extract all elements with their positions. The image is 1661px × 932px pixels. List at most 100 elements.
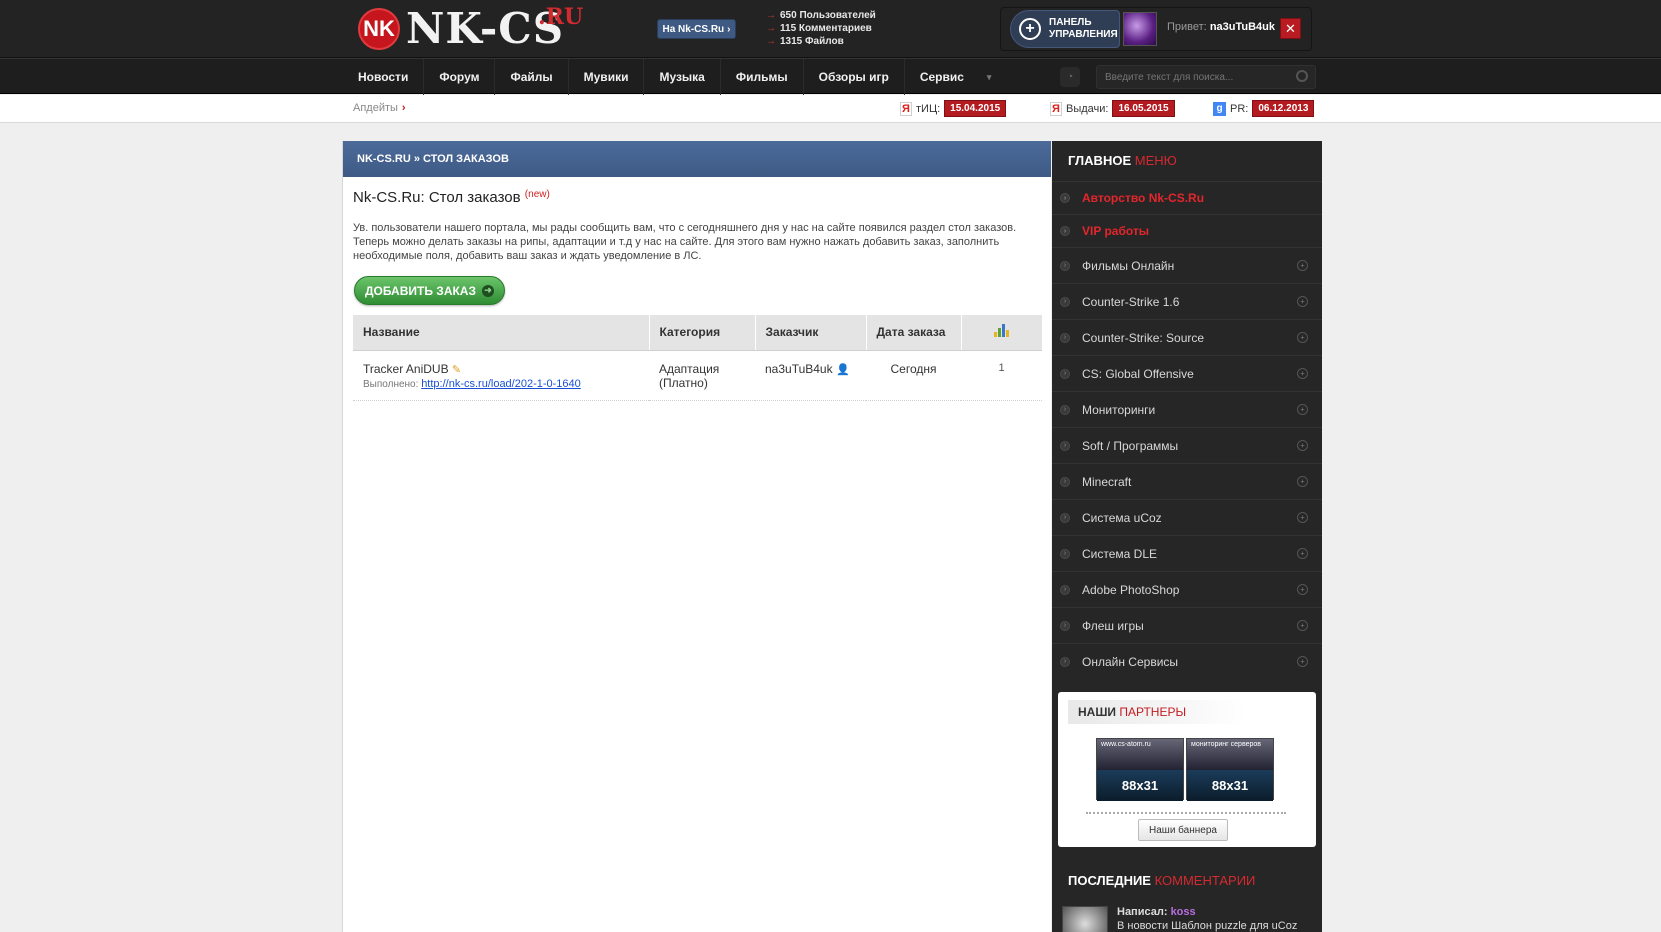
sidebar-item-flash-games[interactable]: › Флеш игры + bbox=[1052, 607, 1322, 643]
breadcrumb[interactable]: NK-CS.RU » СТОЛ ЗАКАЗОВ bbox=[343, 141, 1051, 177]
column-header-date[interactable]: Дата заказа bbox=[866, 315, 962, 351]
expand-icon: + bbox=[1297, 512, 1308, 523]
username: na3uTuB4uk bbox=[1209, 21, 1276, 33]
bar-chart-icon bbox=[994, 324, 1010, 338]
expand-icon: + bbox=[1297, 584, 1308, 595]
greeting: Привет: na3uTuB4uk bbox=[1167, 21, 1276, 33]
arrow-icon: → bbox=[766, 23, 776, 34]
expand-icon: + bbox=[1297, 548, 1308, 559]
close-icon[interactable]: ✕ bbox=[1280, 18, 1301, 39]
main-menu-title: ГЛАВНОЕ МЕНЮ bbox=[1068, 153, 1177, 168]
partner-banner[interactable]: мониторинг серверов 88x31 bbox=[1186, 738, 1274, 801]
partner-banner[interactable]: www.cs-atom.ru 88x31 bbox=[1096, 738, 1184, 801]
logo-suffix: .RU bbox=[538, 4, 584, 30]
add-order-button[interactable]: ДОБАВИТЬ ЗАКАЗ ➜ bbox=[354, 276, 505, 305]
bullet-icon: › bbox=[1060, 332, 1070, 343]
control-panel-button[interactable]: + ПАНЕЛЬ УПРАВЛЕНИЯ bbox=[1010, 10, 1120, 48]
nav-item-music[interactable]: Музыка bbox=[644, 59, 721, 95]
stat-comments: → 115 Комментариев bbox=[766, 23, 872, 34]
nav-item-service[interactable]: Сервис bbox=[905, 59, 979, 95]
sidebar-item-csgo[interactable]: › CS: Global Offensive + bbox=[1052, 355, 1322, 391]
sidebar-item-online-services[interactable]: › Онлайн Сервисы + bbox=[1052, 643, 1322, 679]
order-name[interactable]: Tracker AniDUB bbox=[363, 362, 449, 376]
expand-icon: + bbox=[1297, 332, 1308, 343]
sidebar-item-authorship[interactable]: › Авторство Nk-CS.Ru bbox=[1052, 181, 1322, 214]
bullet-icon: › bbox=[1060, 440, 1070, 451]
metric-tic: Я тИЦ: 15.04.2015 bbox=[900, 100, 1007, 117]
our-banners-button[interactable]: Наши баннера bbox=[1138, 819, 1228, 841]
sidebar-item-monitoring[interactable]: › Мониторинги + bbox=[1052, 391, 1322, 427]
nav-item-films[interactable]: Фильмы bbox=[721, 59, 804, 95]
column-header-category[interactable]: Категория bbox=[649, 315, 756, 351]
order-count: 1 bbox=[961, 350, 1042, 401]
column-header-customer[interactable]: Заказчик bbox=[755, 315, 867, 351]
user-icon[interactable]: 👤 bbox=[836, 364, 850, 376]
sidebar-item-ucoz[interactable]: › Система uCoz + bbox=[1052, 499, 1322, 535]
metric-date: 16.05.2015 bbox=[1112, 100, 1175, 117]
column-header-name[interactable]: Название bbox=[353, 315, 650, 351]
stat-files: → 1315 Файлов bbox=[766, 36, 844, 47]
page-title: Nk-CS.Ru: Стол заказов (new) bbox=[353, 189, 550, 206]
bullet-icon: › bbox=[1060, 404, 1070, 415]
intro-text: Ув. пользователи нашего портала, мы рады… bbox=[353, 222, 1017, 262]
pencil-icon[interactable]: ✎ bbox=[452, 364, 461, 376]
sidebar-item-cs16[interactable]: › Counter-Strike 1.6 + bbox=[1052, 283, 1322, 319]
bullet-icon: › bbox=[1060, 656, 1070, 667]
arrow-icon: → bbox=[766, 10, 776, 21]
nav-item-forum[interactable]: Форум bbox=[424, 59, 496, 95]
expand-icon: + bbox=[1297, 476, 1308, 487]
sidebar-item-films-online[interactable]: › Фильмы Онлайн + bbox=[1052, 247, 1322, 283]
chevron-right-icon: › bbox=[727, 23, 731, 35]
yandex-icon: Я bbox=[900, 101, 912, 116]
order-done: Выполнено: http://nk-cs.ru/load/202-1-0-… bbox=[363, 377, 581, 390]
bullet-icon: › bbox=[1060, 368, 1070, 379]
table-row: Tracker AniDUB ✎ Выполнено: http://nk-cs… bbox=[353, 350, 1042, 401]
comment-author: Написал: koss bbox=[1117, 906, 1196, 918]
order-name-cell: Tracker AniDUB ✎ Выполнено: http://nk-cs… bbox=[353, 350, 649, 401]
bullet-icon: › bbox=[1060, 226, 1070, 236]
expand-icon: + bbox=[1297, 368, 1308, 379]
nav-item-game-reviews[interactable]: Обзоры игр bbox=[804, 59, 905, 95]
main-nav: Новости Форум Файлы Мувики Музыка Фильмы… bbox=[0, 58, 1661, 95]
column-header-rating[interactable] bbox=[961, 315, 1042, 351]
bullet-icon: › bbox=[1060, 548, 1070, 559]
site-logo[interactable]: NK NK-CS .RU bbox=[358, 4, 583, 50]
goto-site-button[interactable]: На Nk-CS.Ru › bbox=[657, 19, 736, 39]
nav-item-movies-clips[interactable]: Мувики bbox=[569, 59, 645, 95]
plus-icon: + bbox=[1019, 18, 1041, 40]
expand-icon: + bbox=[1297, 404, 1308, 415]
latest-comments-title: ПОСЛЕДНИЕ КОММЕНТАРИИ bbox=[1068, 873, 1256, 888]
sidebar-item-css[interactable]: › Counter-Strike: Source + bbox=[1052, 319, 1322, 355]
avatar[interactable] bbox=[1062, 906, 1108, 932]
order-customer: na3uTuB4uk 👤 bbox=[755, 350, 866, 401]
yandex-icon: Я bbox=[1050, 101, 1062, 116]
expand-icon: + bbox=[1297, 620, 1308, 631]
nav-item-news[interactable]: Новости bbox=[343, 59, 425, 95]
search-icon[interactable] bbox=[1296, 70, 1308, 82]
metric-date: 15.04.2015 bbox=[944, 100, 1007, 117]
expand-icon: + bbox=[1297, 260, 1308, 271]
chevron-down-icon[interactable]: ▾ bbox=[979, 59, 1000, 95]
search-input[interactable] bbox=[1096, 65, 1316, 89]
main-content: NK-CS.RU » СТОЛ ЗАКАЗОВ Nk-CS.Ru: Стол з… bbox=[342, 141, 1051, 932]
sidebar-item-dle[interactable]: › Система DLE + bbox=[1052, 535, 1322, 571]
metric-pagerank: g PR: 06.12.2013 bbox=[1213, 100, 1315, 117]
comment-text: В новости Шаблон puzzle для uCoz bbox=[1117, 920, 1298, 932]
bullet-icon: › bbox=[1060, 260, 1070, 271]
done-link[interactable]: http://nk-cs.ru/load/202-1-0-1640 bbox=[421, 378, 581, 390]
bullet-icon: › bbox=[1060, 476, 1070, 487]
sidebar-item-vip[interactable]: › VIP работы bbox=[1052, 214, 1322, 247]
sidebar-item-photoshop[interactable]: › Adobe PhotoShop + bbox=[1052, 571, 1322, 607]
sidebar-item-soft[interactable]: › Soft / Программы + bbox=[1052, 427, 1322, 463]
updates-link[interactable]: Апдейты › bbox=[353, 102, 406, 114]
partners-title: НАШИ ПАРТНЕРЫ bbox=[1068, 700, 1246, 724]
nav-item-files[interactable]: Файлы bbox=[495, 59, 569, 95]
comment-item[interactable]: Написал: koss В новости Шаблон puzzle дл… bbox=[1062, 906, 1317, 932]
sidebar-item-minecraft[interactable]: › Minecraft + bbox=[1052, 463, 1322, 499]
expand-icon: + bbox=[1297, 296, 1308, 307]
order-category: Адаптация (Платно) bbox=[649, 350, 755, 401]
order-date: Сегодня bbox=[866, 350, 961, 401]
partners-box: НАШИ ПАРТНЕРЫ www.cs-atom.ru 88x31 монит… bbox=[1058, 692, 1316, 847]
avatar[interactable] bbox=[1123, 12, 1157, 46]
rss-icon[interactable]: ◔ bbox=[1060, 67, 1080, 87]
